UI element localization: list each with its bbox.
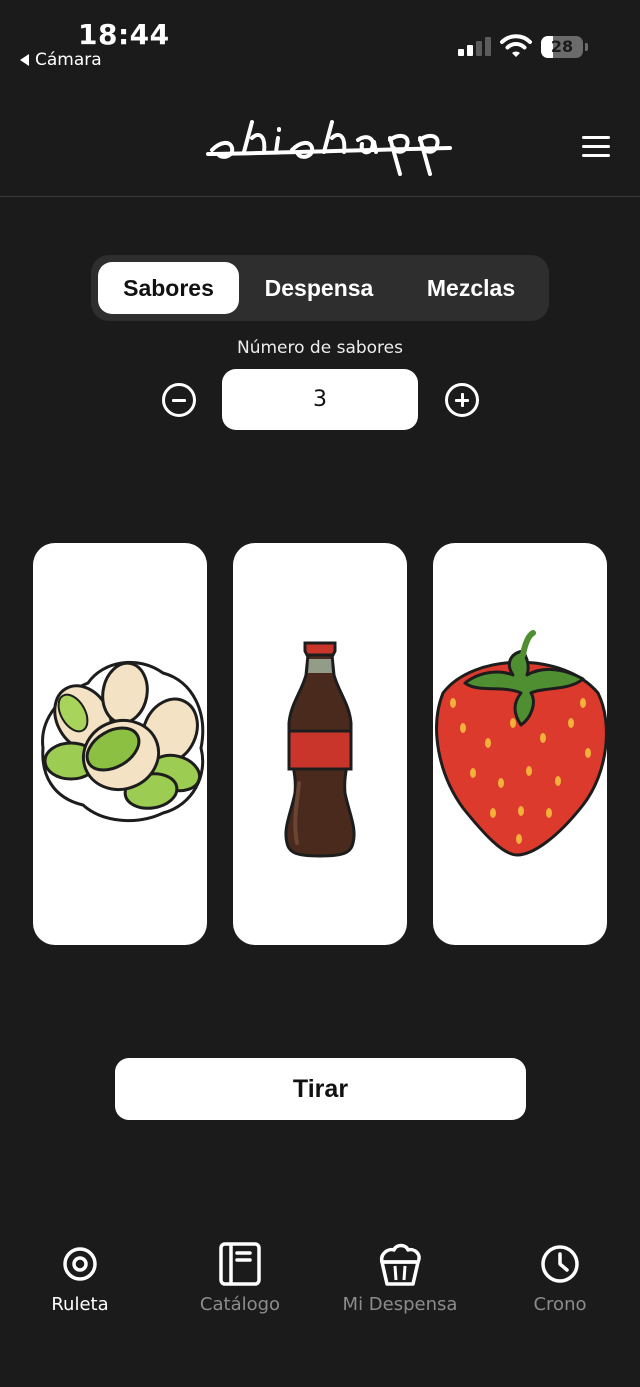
flavor-card-1[interactable] [33, 543, 207, 945]
tab-despensa[interactable]: Despensa [243, 262, 395, 314]
cellular-signal-icon [458, 37, 491, 56]
flavor-card-2[interactable] [233, 543, 407, 945]
strawberry-icon [435, 630, 607, 857]
back-arrow-icon [20, 54, 29, 66]
nav-catalogo-label: Catálogo [199, 1294, 281, 1315]
flavor-count-input[interactable] [222, 369, 418, 430]
tab-sabores[interactable]: Sabores [98, 262, 239, 314]
pistachio-icon [41, 660, 205, 823]
battery-level-text: 28 [550, 37, 574, 56]
nav-catalogo[interactable]: Catálogo [160, 1240, 320, 1340]
battery-icon: 28 [541, 36, 583, 58]
nav-crono-label: Crono [533, 1294, 587, 1315]
flavor-card-3[interactable] [433, 543, 607, 945]
app-logo [206, 120, 452, 176]
back-to-app-link[interactable]: Cámara [20, 50, 102, 70]
notebook-icon [219, 1242, 261, 1286]
nav-ruleta[interactable]: Ruleta [0, 1240, 160, 1340]
status-time: 18:44 [78, 18, 170, 51]
tab-mezclas[interactable]: Mezclas [399, 262, 543, 314]
minus-circle-icon[interactable] [162, 383, 196, 417]
back-app-label: Cámara [35, 50, 102, 70]
flavor-count-label: Número de sabores [237, 338, 403, 358]
mode-tabs: Sabores Despensa Mezclas [91, 255, 549, 321]
clock-icon [541, 1245, 579, 1283]
nav-crono[interactable]: Crono [480, 1240, 640, 1340]
nav-mi-despensa[interactable]: Mi Despensa [320, 1240, 480, 1340]
cola-bottle-icon [284, 641, 356, 858]
plus-circle-icon[interactable] [445, 383, 479, 417]
wifi-icon [500, 34, 532, 57]
header-divider [0, 196, 640, 197]
nav-ruleta-label: Ruleta [51, 1294, 109, 1315]
hamburger-menu-icon[interactable] [582, 134, 612, 160]
muffin-icon [379, 1243, 421, 1286]
spin-button[interactable]: Tirar [115, 1058, 526, 1120]
target-icon [63, 1247, 97, 1281]
battery-tip [585, 43, 588, 51]
nav-mi-despensa-label: Mi Despensa [342, 1294, 458, 1315]
